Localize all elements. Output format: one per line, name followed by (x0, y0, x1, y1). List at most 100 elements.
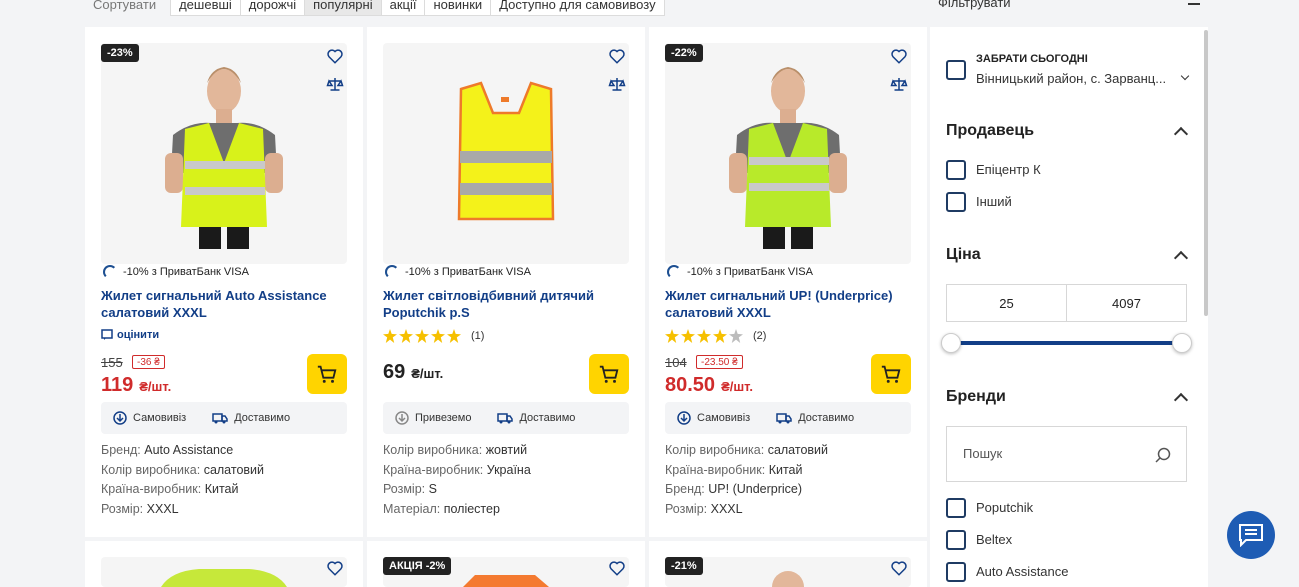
cart-icon (881, 365, 901, 383)
star-icon (697, 329, 711, 343)
product-specs: Колір виробника: салатовий Країна-виробн… (665, 441, 828, 519)
pickup-option: Самовивіз (677, 411, 750, 425)
product-image[interactable] (101, 557, 347, 587)
brand-label-beltex: Beltex (976, 532, 1013, 547)
spec-row: Країна-виробник: Китай (101, 482, 239, 496)
chat-button[interactable] (1227, 511, 1275, 559)
compare-icon[interactable] (890, 75, 908, 93)
bank-promo: -10% з ПриватБанк VISA (667, 265, 813, 279)
chevron-up-icon[interactable] (1173, 250, 1189, 266)
cart-icon (599, 365, 619, 383)
bring-option: Привеземо (395, 411, 471, 425)
truck-icon (776, 413, 792, 424)
sort-option-popular[interactable]: популярні (305, 0, 382, 15)
spec-row: Країна-виробник: Україна (383, 462, 531, 477)
star-icon (713, 329, 727, 343)
search-icon[interactable] (1154, 446, 1172, 464)
brand-label-poputchik: Poputchik (976, 500, 1034, 515)
chat-icon (1239, 524, 1263, 547)
brand-label-auto-assistance: Auto Assistance (976, 564, 1069, 579)
brand-checkbox-auto-assistance[interactable] (946, 562, 966, 582)
truck-icon (212, 413, 228, 424)
brand-checkbox-poputchik[interactable] (946, 498, 966, 518)
seller-checkbox-other[interactable] (946, 192, 966, 212)
filter-sidebar: ЗАБРАТИ СЬОГОДНІ Вінницький район, с. За… (930, 27, 1208, 587)
pickup-location[interactable]: Вінницький район, с. Зарванц... (976, 71, 1172, 86)
product-title[interactable]: Жилет сигнальний UP! (Underprice) салато… (665, 287, 905, 321)
filter-header[interactable]: Фільтрувати (938, 0, 1200, 12)
product-card[interactable]: -23% -10% з ПриватБанк VISA Жилет сигнал… (85, 27, 363, 537)
product-specs: Колір виробника: жовтий Країна-виробник:… (383, 441, 531, 519)
delivery-options: Привеземо Доставимо (383, 402, 629, 434)
sort-option-expensive[interactable]: дорожчі (241, 0, 306, 15)
sort-option-promo[interactable]: акції (382, 0, 426, 15)
brand-search-input[interactable] (963, 446, 1143, 461)
price: 80.50 ₴/шт. (665, 374, 754, 396)
star-icon (383, 329, 397, 343)
sort-options: дешевші дорожчі популярні акції новинки … (170, 0, 665, 16)
product-card[interactable] (85, 541, 363, 587)
compare-icon[interactable] (326, 75, 344, 93)
price-min-input[interactable]: 25 (946, 284, 1067, 322)
sort-bar: Сортувати дешевші дорожчі популярні акці… (85, 0, 665, 16)
heart-icon[interactable] (326, 559, 344, 577)
pickup-today-checkbox[interactable] (946, 60, 966, 80)
chevron-down-icon[interactable] (1180, 71, 1190, 81)
price-slider-track[interactable] (951, 341, 1183, 345)
add-to-cart-button[interactable] (307, 354, 347, 394)
heart-icon[interactable] (890, 47, 908, 65)
compare-icon[interactable] (608, 75, 626, 93)
review-count[interactable]: (1) (471, 330, 484, 342)
product-title[interactable]: Жилет світловідбивний дитячий Poputchik … (383, 287, 623, 321)
add-to-cart-button[interactable] (589, 354, 629, 394)
heart-icon[interactable] (608, 559, 626, 577)
sort-option-new[interactable]: новинки (425, 0, 492, 15)
sort-option-cheaper[interactable]: дешевші (171, 0, 241, 15)
sort-option-pickup[interactable]: Доступно для самовивозу (491, 0, 663, 15)
chevron-up-icon[interactable] (1173, 126, 1189, 142)
add-to-cart-button[interactable] (871, 354, 911, 394)
brand-search-box (946, 426, 1187, 482)
brands-section-title[interactable]: Бренди (946, 388, 1006, 406)
heart-icon[interactable] (890, 559, 908, 577)
price-section-title[interactable]: Ціна (946, 246, 981, 264)
brand-checkbox-beltex[interactable] (946, 530, 966, 550)
menu-icon[interactable] (1188, 0, 1200, 5)
delivery-option: Доставимо (497, 412, 575, 424)
product-image[interactable] (101, 43, 347, 264)
price-max-input[interactable]: 4097 (1066, 284, 1187, 322)
sidebar-scrollbar[interactable] (1204, 30, 1208, 316)
spec-row: Матеріал: поліестер (383, 501, 500, 516)
old-price: 104 (665, 355, 687, 370)
discount-amount: -36 ₴ (132, 355, 165, 369)
star-empty-icon (729, 329, 743, 343)
price-slider-max-handle[interactable] (1172, 333, 1192, 353)
seller-section-title[interactable]: Продавець (946, 122, 1034, 140)
product-card[interactable]: -21% (649, 541, 927, 587)
price-slider-min-handle[interactable] (941, 333, 961, 353)
review-count[interactable]: (2) (753, 330, 766, 342)
heart-icon[interactable] (608, 47, 626, 65)
heart-icon[interactable] (326, 47, 344, 65)
rate-link[interactable]: оцінити (101, 329, 159, 341)
rating-stars: (1) (383, 329, 484, 343)
pickup-icon (677, 411, 691, 425)
product-card[interactable]: -22% -10% з ПриватБанк VISA Жилет сигнал… (649, 27, 927, 537)
product-card[interactable]: АКЦІЯ -2% (367, 541, 645, 587)
bank-promo: -10% з ПриватБанк VISA (103, 265, 249, 279)
privatbank-icon (667, 265, 681, 279)
rating-stars: (2) (665, 329, 766, 343)
seller-label-other: Інший (976, 194, 1012, 209)
bring-icon (395, 411, 409, 425)
chevron-up-icon[interactable] (1173, 392, 1189, 408)
star-icon (447, 329, 461, 343)
price: 119 ₴/шт. (101, 374, 172, 396)
product-title[interactable]: Жилет сигнальний Auto Assistance салатов… (101, 287, 341, 321)
seller-checkbox-epicenter[interactable] (946, 160, 966, 180)
spec-row: Розмір: XXXL (101, 501, 179, 516)
filter-header-label: Фільтрувати (938, 0, 1011, 10)
product-card[interactable]: -10% з ПриватБанк VISA Жилет світловідби… (367, 27, 645, 537)
product-image[interactable] (383, 43, 629, 264)
star-icon (681, 329, 695, 343)
product-image[interactable] (665, 43, 911, 264)
